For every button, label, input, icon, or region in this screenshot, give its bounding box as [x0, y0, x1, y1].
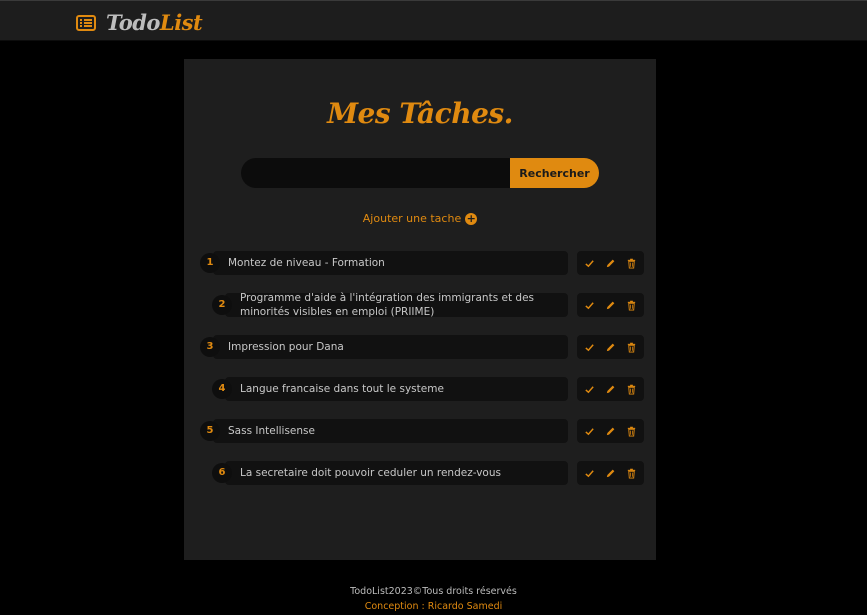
- edit-task-button[interactable]: [604, 341, 617, 354]
- footer-copyright: TodoList2023©Tous droits réservés: [350, 586, 517, 597]
- check-icon: [584, 464, 595, 483]
- todo-panel: Mes Tâches. Rechercher Ajouter une tache…: [184, 59, 656, 560]
- search-input[interactable]: [241, 158, 521, 188]
- brand-logo[interactable]: TodoList: [76, 10, 203, 35]
- pencil-icon: [605, 338, 616, 357]
- delete-task-button[interactable]: [625, 341, 638, 354]
- task-text[interactable]: Impression pour Dana: [213, 335, 568, 359]
- delete-task-button[interactable]: [625, 425, 638, 438]
- pencil-icon: [605, 380, 616, 399]
- task-text[interactable]: Montez de niveau - Formation: [213, 251, 568, 275]
- edit-task-button[interactable]: [604, 467, 617, 480]
- complete-task-button[interactable]: [583, 341, 596, 354]
- trash-icon: [626, 254, 637, 273]
- footer-credit: Conception : Ricardo Samedi: [364, 601, 503, 612]
- task-item: 4 Langue francaise dans tout le systeme: [184, 376, 656, 402]
- task-item: 6 La secretaire doit pouvoir ceduler un r…: [184, 460, 656, 486]
- brand-name: TodoList: [106, 10, 203, 35]
- task-number: 5: [200, 421, 220, 441]
- search-bar: Rechercher: [241, 158, 599, 188]
- edit-task-button[interactable]: [604, 425, 617, 438]
- plus-circle-icon: +: [465, 211, 478, 225]
- delete-task-button[interactable]: [625, 383, 638, 396]
- check-icon: [584, 380, 595, 399]
- task-text[interactable]: Programme d'aide à l'intégration des imm…: [225, 292, 568, 318]
- delete-task-button[interactable]: [625, 257, 638, 270]
- task-text[interactable]: Langue francaise dans tout le systeme: [225, 377, 568, 401]
- add-task-label: Ajouter une tache: [362, 212, 462, 225]
- task-actions: [577, 293, 644, 317]
- trash-icon: [626, 296, 637, 315]
- check-icon: [584, 254, 595, 273]
- task-item: 1 Montez de niveau - Formation: [184, 250, 656, 276]
- task-item: 2 Programme d'aide à l'intégration des im…: [184, 292, 656, 318]
- list-alt-icon: [76, 14, 96, 31]
- pencil-icon: [605, 464, 616, 483]
- task-actions: [577, 377, 644, 401]
- check-icon: [584, 296, 595, 315]
- top-navbar: TodoList: [0, 0, 867, 41]
- check-icon: [584, 338, 595, 357]
- edit-task-button[interactable]: [604, 257, 617, 270]
- complete-task-button[interactable]: [583, 425, 596, 438]
- trash-icon: [626, 464, 637, 483]
- footer: TodoList2023©Tous droits réservés Concep…: [0, 584, 867, 614]
- task-number: 3: [200, 337, 220, 357]
- complete-task-button[interactable]: [583, 467, 596, 480]
- delete-task-button[interactable]: [625, 467, 638, 480]
- brand-name-part-1: Todo: [106, 10, 160, 35]
- task-number: 2: [212, 295, 232, 315]
- task-actions: [577, 251, 644, 275]
- task-text[interactable]: Sass Intellisense: [213, 419, 568, 443]
- task-actions: [577, 461, 644, 485]
- search-button[interactable]: Rechercher: [510, 158, 599, 188]
- edit-task-button[interactable]: [604, 299, 617, 312]
- trash-icon: [626, 338, 637, 357]
- complete-task-button[interactable]: [583, 383, 596, 396]
- check-icon: [584, 422, 595, 441]
- task-item: 5 Sass Intellisense: [184, 418, 656, 444]
- task-number: 1: [200, 253, 220, 273]
- delete-task-button[interactable]: [625, 299, 638, 312]
- pencil-icon: [605, 422, 616, 441]
- trash-icon: [626, 422, 637, 441]
- task-text[interactable]: La secretaire doit pouvoir ceduler un re…: [225, 461, 568, 485]
- task-actions: [577, 419, 644, 443]
- add-task-link[interactable]: Ajouter une tache +: [184, 212, 656, 225]
- task-number: 4: [212, 379, 232, 399]
- page-title: Mes Tâches.: [327, 97, 513, 130]
- edit-task-button[interactable]: [604, 383, 617, 396]
- task-item: 3 Impression pour Dana: [184, 334, 656, 360]
- trash-icon: [626, 380, 637, 399]
- brand-name-part-2: List: [159, 10, 203, 35]
- task-actions: [577, 335, 644, 359]
- task-number: 6: [212, 463, 232, 483]
- complete-task-button[interactable]: [583, 299, 596, 312]
- pencil-icon: [605, 254, 616, 273]
- complete-task-button[interactable]: [583, 257, 596, 270]
- pencil-icon: [605, 296, 616, 315]
